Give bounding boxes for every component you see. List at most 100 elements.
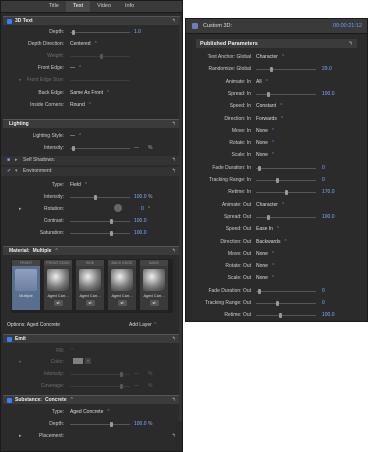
parameter-slider[interactable] — [256, 313, 316, 319]
section-published-parameters[interactable]: Published Parameters ↰ — [196, 39, 357, 48]
parameter-select[interactable]: Constant ⌃ — [256, 103, 283, 109]
reset-icon[interactable]: ↰ — [172, 157, 176, 163]
link-icon[interactable]: ⇄ — [117, 300, 127, 306]
substance-depth-value[interactable]: 100.0 — [134, 421, 147, 427]
disclosure-icon[interactable]: ▸ — [19, 359, 22, 365]
disclosure-icon[interactable]: ▸ — [19, 206, 22, 212]
parameter-select[interactable]: Character ⌃ — [256, 54, 285, 60]
slider-knob[interactable] — [100, 54, 103, 59]
parameter-slider[interactable] — [256, 301, 316, 306]
parameter-slider[interactable] — [256, 178, 316, 183]
substance-depth-slider[interactable] — [70, 422, 130, 427]
env-intensity-slider[interactable] — [70, 195, 130, 200]
slider-knob[interactable] — [275, 301, 279, 306]
parameter-select[interactable]: None ⌃ — [256, 140, 275, 146]
checkbox-icon[interactable] — [7, 397, 12, 403]
parameter-value[interactable]: 29.0 — [322, 66, 332, 72]
material-tab-side[interactable]: SIDE Aged Con... ⇄ — [75, 259, 105, 311]
parameter-select[interactable]: Ease In ⌃ — [256, 226, 280, 232]
lighting-style-select[interactable]: — ⌃ — [70, 133, 82, 139]
emit-intensity-slider[interactable] — [70, 372, 130, 377]
parameter-value[interactable]: 0 — [322, 288, 325, 294]
parameter-value[interactable]: 100.0 — [322, 214, 335, 220]
link-icon[interactable]: ⇄ — [53, 300, 63, 306]
reset-icon[interactable]: ↰ — [172, 121, 176, 127]
contrast-slider[interactable] — [70, 219, 130, 224]
rotation-value[interactable]: 0 — [141, 206, 144, 212]
substance-type-select[interactable]: Aged Concrete ⌃ — [70, 409, 111, 415]
slider-knob[interactable] — [275, 178, 279, 183]
parameter-slider[interactable] — [256, 91, 316, 97]
rotation-dial[interactable] — [114, 204, 122, 212]
parameter-slider[interactable] — [256, 214, 316, 220]
parameter-select[interactable]: None ⌃ — [256, 251, 275, 257]
parameter-slider[interactable] — [256, 190, 316, 196]
depth-slider[interactable] — [70, 30, 130, 35]
parameter-value[interactable]: 100.0 — [322, 312, 335, 318]
coverage-value[interactable]: — — [134, 383, 139, 389]
parameter-value[interactable]: 170.0 — [322, 189, 335, 195]
section-substance[interactable]: Substance: Concrete ⌃ ↰ — [3, 395, 180, 404]
parameter-slider[interactable] — [256, 67, 316, 73]
chevron-updown-icon[interactable]: ⌃ — [54, 248, 58, 254]
section-lighting[interactable]: Lighting ↰ — [3, 119, 180, 128]
reset-icon[interactable]: ↰ — [348, 41, 353, 47]
parameter-slider[interactable] — [256, 165, 316, 171]
disclosure-icon[interactable]: ▸ — [19, 77, 22, 83]
parameter-value[interactable]: 0 — [322, 177, 325, 183]
depth-direction-select[interactable]: Centered ⌃ — [70, 41, 98, 47]
slider-knob[interactable] — [278, 313, 282, 319]
slider-knob[interactable] — [110, 422, 113, 427]
slider-knob[interactable] — [110, 231, 113, 236]
inside-corners-select[interactable]: Round ⌃ — [70, 102, 92, 108]
slider-knob[interactable] — [120, 372, 123, 377]
parameter-select[interactable]: None ⌃ — [256, 152, 275, 158]
parameter-slider[interactable] — [256, 288, 316, 294]
section-material[interactable]: Material: Multiple ⌃ ↰ — [3, 246, 180, 255]
disclosure-icon[interactable]: ▸ — [15, 157, 18, 163]
intensity-value[interactable]: — — [134, 145, 139, 151]
parameter-select[interactable]: Backwards ⌃ — [256, 239, 288, 245]
disclosure-icon[interactable]: ▸ — [19, 433, 22, 439]
slider-knob[interactable] — [267, 91, 271, 97]
section-emit[interactable]: Emit ↰ — [3, 334, 180, 343]
fill-select[interactable]: ⌃ — [70, 348, 74, 354]
scrollbar[interactable] — [179, 21, 182, 421]
tab-video[interactable]: Video — [90, 1, 118, 12]
slider-knob[interactable] — [94, 195, 97, 200]
slider-knob[interactable] — [270, 67, 274, 73]
contrast-value[interactable]: 100.0 — [134, 218, 147, 224]
reset-icon[interactable]: ↰ — [172, 18, 176, 24]
disclosure-open-icon[interactable]: ▾ — [15, 168, 18, 174]
material-tab-front[interactable]: FRONT Multiple — [11, 259, 41, 311]
saturation-value[interactable]: 100.0 — [134, 230, 147, 236]
reset-icon[interactable]: ↰ — [172, 397, 176, 403]
saturation-slider[interactable] — [70, 231, 130, 236]
reset-icon[interactable]: ↰ — [172, 433, 176, 439]
material-tab-back[interactable]: BACK Aged Con... ⇄ — [139, 259, 169, 311]
parameter-value[interactable]: 0 — [322, 165, 325, 171]
slider-knob[interactable] — [257, 288, 261, 294]
front-edge-select[interactable]: — ⌃ — [70, 65, 82, 71]
back-edge-select[interactable]: Same As Front ⌃ — [70, 90, 110, 96]
slider-knob[interactable] — [267, 214, 271, 220]
checkmark-icon[interactable]: ✔ — [7, 168, 11, 174]
intensity-slider[interactable] — [70, 146, 130, 151]
reset-icon[interactable]: ↰ — [172, 248, 176, 254]
parameter-select[interactable]: None ⌃ — [256, 275, 275, 281]
tab-info[interactable]: Info — [118, 1, 141, 12]
slider-knob[interactable] — [257, 165, 261, 171]
parameter-value[interactable]: 100.0 — [322, 91, 335, 97]
env-intensity-value[interactable]: 100.0 — [134, 194, 147, 200]
emit-intensity-value[interactable]: — — [134, 371, 139, 377]
tab-text[interactable]: Text — [65, 1, 91, 12]
material-tab-back-edge[interactable]: BACK EDGE Aged Con... ⇄ — [107, 259, 137, 311]
tab-title[interactable]: Title — [42, 1, 66, 12]
parameter-select[interactable]: All ⌃ — [256, 79, 269, 85]
checkbox-icon[interactable] — [7, 18, 12, 24]
front-edge-size-slider[interactable] — [70, 80, 130, 81]
parameter-select[interactable]: Character ⌃ — [256, 202, 285, 208]
reset-icon[interactable]: ↰ — [172, 168, 176, 174]
weight-slider[interactable] — [70, 54, 130, 59]
slider-knob[interactable] — [72, 30, 75, 35]
